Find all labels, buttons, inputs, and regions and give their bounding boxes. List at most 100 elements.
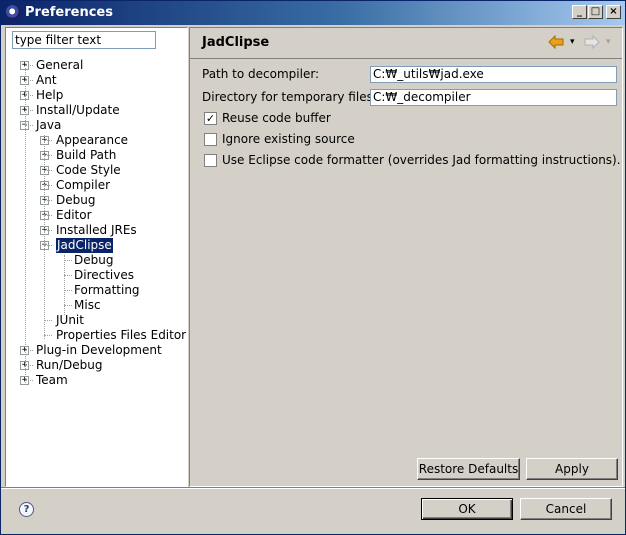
minimize-button[interactable]: _ xyxy=(572,5,587,19)
tree-item-compiler[interactable]: + Compiler xyxy=(6,178,186,193)
tree-connector xyxy=(44,170,52,171)
forward-arrow-icon[interactable] xyxy=(584,34,600,52)
tree-item-label: Appearance xyxy=(56,133,129,147)
maximize-button[interactable]: □ xyxy=(588,5,603,19)
tree-item-general[interactable]: + General xyxy=(6,58,186,73)
help-icon[interactable]: ? xyxy=(19,502,34,517)
tree-item-editor[interactable]: + Editor xyxy=(6,208,186,223)
close-button[interactable]: × xyxy=(606,5,621,19)
tree-connector xyxy=(25,95,33,96)
restore-defaults-button[interactable]: Restore Defaults xyxy=(417,458,520,480)
tree-item-java[interactable]: − Java xyxy=(6,118,186,133)
tree-item-label: Properties Files Editor xyxy=(56,328,187,342)
page-title: JadClipse xyxy=(202,35,270,50)
back-dropdown-icon[interactable]: ▾ xyxy=(570,35,575,49)
tree-connector xyxy=(25,110,33,111)
tree-item-label: Debug xyxy=(74,253,114,267)
tree-item-label: General xyxy=(36,58,84,72)
tree-item-jadclipse-debug[interactable]: Debug xyxy=(6,253,186,268)
tree-item-label: Formatting xyxy=(74,283,140,297)
tree-item-code-style[interactable]: + Code Style xyxy=(6,163,186,178)
tree-item-label: Debug xyxy=(56,193,96,207)
reuse-code-buffer-label: Reuse code buffer xyxy=(222,111,331,125)
apply-button[interactable]: Apply xyxy=(526,458,618,480)
tree-item-label: JadClipse xyxy=(56,238,113,253)
tree-item-install-update[interactable]: + Install/Update xyxy=(6,103,186,118)
preference-page: JadClipse ▾ ▾ Path to decompiler: C:₩_ut… xyxy=(189,27,623,487)
tree-item-debug[interactable]: + Debug xyxy=(6,193,186,208)
preferences-window: Preferences _ □ × type filter text + Gene… xyxy=(0,0,626,535)
tree-connector xyxy=(64,290,72,291)
tree-item-misc[interactable]: Misc xyxy=(6,298,186,313)
tree-connector xyxy=(25,365,33,366)
tree-connector xyxy=(44,155,52,156)
eclipse-formatter-checkbox[interactable] xyxy=(204,154,217,167)
tree-connector xyxy=(25,65,33,66)
tree-connector xyxy=(44,135,45,339)
cancel-button[interactable]: Cancel xyxy=(520,498,612,520)
tree-item-properties-files-editor[interactable]: Properties Files Editor xyxy=(6,328,186,343)
tree-connector xyxy=(25,80,33,81)
tree-connector xyxy=(64,305,72,306)
tree-connector xyxy=(44,335,52,336)
title-bar[interactable]: Preferences _ □ × xyxy=(1,1,625,25)
eclipse-formatter-label: Use Eclipse code formatter (overrides Ja… xyxy=(222,153,621,167)
reuse-code-buffer-checkbox[interactable]: ✓ xyxy=(204,112,217,125)
back-arrow-icon[interactable] xyxy=(548,34,564,52)
forward-dropdown-icon[interactable]: ▾ xyxy=(606,35,611,49)
tree-item-run-debug[interactable]: + Run/Debug xyxy=(6,358,186,373)
tree-connector xyxy=(25,380,33,381)
footer-separator xyxy=(1,487,625,489)
window-title: Preferences xyxy=(25,5,113,20)
tree-connector xyxy=(44,215,52,216)
tree-connector xyxy=(64,275,72,276)
decompiler-path-input[interactable]: C:₩_utils₩jad.exe xyxy=(370,66,617,83)
tree-item-label: JUnit xyxy=(56,313,84,327)
tree-item-label: Ant xyxy=(36,73,57,87)
tree-item-formatting[interactable]: Formatting xyxy=(6,283,186,298)
tree-item-label: Installed JREs xyxy=(56,223,137,237)
tree-item-appearance[interactable]: + Appearance xyxy=(6,133,186,148)
filter-input[interactable]: type filter text xyxy=(12,31,156,49)
tree-item-label: Help xyxy=(36,88,64,102)
tree-item-plugin-development[interactable]: + Plug-in Development xyxy=(6,343,186,358)
tree-connector xyxy=(44,245,52,246)
tree-item-label: Plug-in Development xyxy=(36,343,162,357)
tree-item-label: Code Style xyxy=(56,163,121,177)
decompiler-path-label: Path to decompiler: xyxy=(202,67,320,81)
tree-item-junit[interactable]: JUnit xyxy=(6,313,186,328)
tree-item-label: Build Path xyxy=(56,148,117,162)
tree-item-help[interactable]: + Help xyxy=(6,88,186,103)
ok-button[interactable]: OK xyxy=(421,498,513,520)
tree-connector xyxy=(25,68,26,383)
ignore-existing-source-checkbox[interactable] xyxy=(204,133,217,146)
preference-tree-pane: type filter text + General + Ant + Help + Insta… xyxy=(5,27,188,487)
tree-item-team[interactable]: + Team xyxy=(6,373,186,388)
tree-item-directives[interactable]: Directives xyxy=(6,268,186,283)
tree-item-label: Misc xyxy=(74,298,101,312)
tree-connector xyxy=(44,230,52,231)
tree-connector xyxy=(44,200,52,201)
tree-item-label: Directives xyxy=(74,268,134,282)
tree-item-label: Run/Debug xyxy=(36,358,103,372)
tree-connector xyxy=(25,350,33,351)
tree-connector xyxy=(44,185,52,186)
tree-item-label: Install/Update xyxy=(36,103,120,117)
tree-item-build-path[interactable]: + Build Path xyxy=(6,148,186,163)
tree-connector xyxy=(25,125,33,126)
temp-dir-input[interactable]: C:₩_decompiler xyxy=(370,89,617,106)
tree-item-jadclipse[interactable]: − JadClipse xyxy=(6,238,186,253)
temp-dir-label: Directory for temporary files: xyxy=(202,90,377,104)
tree-item-label: Compiler xyxy=(56,178,111,192)
tree-item-ant[interactable]: + Ant xyxy=(6,73,186,88)
eclipse-icon xyxy=(5,5,21,21)
tree-item-label: Java xyxy=(36,118,62,132)
tree-item-installed-jres[interactable]: + Installed JREs xyxy=(6,223,186,238)
page-header: JadClipse ▾ ▾ xyxy=(190,28,622,59)
tree-item-label: Team xyxy=(36,373,68,387)
tree-connector xyxy=(64,255,65,315)
ignore-existing-source-label: Ignore existing source xyxy=(222,132,355,146)
tree-connector xyxy=(64,260,72,261)
tree-item-label: Editor xyxy=(56,208,92,222)
tree-connector xyxy=(44,140,52,141)
